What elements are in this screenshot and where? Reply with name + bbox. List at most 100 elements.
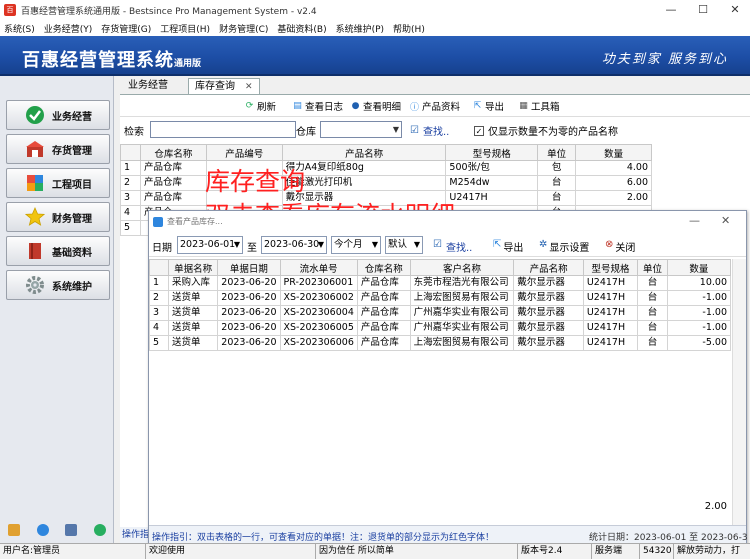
menu-maintenance[interactable]: 系统维护(P)	[336, 22, 384, 35]
column-header[interactable]: 单据日期	[217, 259, 281, 276]
chevron-down-icon: ▼	[317, 240, 324, 249]
view-detail-button[interactable]: ● 查看明细	[350, 99, 401, 113]
table-cell: U2417H	[445, 190, 539, 206]
search-input[interactable]	[150, 121, 296, 138]
app-logo-icon: 百	[4, 4, 16, 16]
table-cell: M254dw	[445, 175, 539, 191]
menu-inventory[interactable]: 存货管理(G)	[101, 22, 151, 35]
default-select[interactable]: 默认 ▼	[385, 236, 423, 254]
title-bar: 百 百惠经营管理系统通用版 - Bestsince Pro Management…	[0, 0, 750, 20]
table-cell: 3	[149, 305, 169, 321]
maximize-button[interactable]: ☐	[688, 0, 718, 20]
menu-project[interactable]: 工程项目(H)	[160, 22, 210, 35]
column-header[interactable]: 仓库名称	[356, 259, 411, 276]
toolbox-button[interactable]: ▦ 工具箱	[518, 99, 559, 113]
view-log-button[interactable]: ▤ 查看日志	[292, 99, 343, 113]
date-from-picker[interactable]: 2023-06-01 ▼	[177, 236, 243, 254]
sidebar-item-maintenance[interactable]: 系统维护	[6, 270, 110, 300]
warehouse-select[interactable]: ▼	[320, 121, 402, 138]
dialog-find-button[interactable]: ☑ 查找..	[433, 239, 472, 254]
nonzero-checkbox[interactable]: ✓ 仅显示数量不为零的产品名称	[474, 123, 618, 138]
refresh-icon[interactable]	[93, 524, 106, 536]
sidebar-item-project[interactable]: 工程项目	[6, 168, 110, 198]
table-cell: 广州嘉华实业有限公司	[409, 305, 515, 321]
dialog-scrollbar[interactable]	[732, 259, 746, 525]
table-row[interactable]: 3 送货单 2023-06-20 XS-202306004 产品仓库 广州嘉华实业有限公司…	[149, 305, 732, 321]
sidebar-item-finance[interactable]: 财务管理	[6, 202, 110, 232]
table-row[interactable]: 1 产品仓库 得力A4复印纸80g 500张/包包 4.00	[120, 160, 652, 176]
dialog-close-text-button[interactable]: ⊗ 关闭	[605, 239, 635, 254]
table-cell: 戴尔显示器	[513, 305, 584, 321]
column-header[interactable]: 产品名称	[513, 259, 584, 276]
column-header[interactable]: 仓库名称	[139, 144, 207, 161]
table-row[interactable]: 1 采购入库 2023-06-20 PR-202306001 产品仓库 东莞市程浩光有限公…	[149, 275, 732, 291]
table-cell: 5	[120, 220, 141, 236]
table-cell: 500张/包	[445, 160, 539, 176]
date-to-picker[interactable]: 2023-06-30 ▼	[261, 236, 327, 254]
column-header[interactable]: 数量	[575, 144, 652, 161]
menu-finance[interactable]: 财务管理(C)	[219, 22, 268, 35]
menu-business[interactable]: 业务经营(Y)	[44, 22, 93, 35]
table-row[interactable]: 2 送货单 2023-06-20 XS-202306002 产品仓库 上海宏图贸易有限公司…	[149, 290, 732, 306]
table-row[interactable]: 5 送货单 2023-06-20 XS-202306006 产品仓库 上海宏图贸易有限公司…	[149, 335, 732, 351]
export-button[interactable]: ⇱ 导出	[472, 99, 504, 113]
table-cell: 戴尔显示器	[513, 290, 584, 306]
close-icon: ⊗	[605, 239, 614, 250]
table-cell: 戴尔显示器	[513, 320, 584, 336]
table-cell: 上海宏图贸易有限公司	[409, 290, 515, 306]
table-header-row: 单据名称 单据日期 流水单号 仓库名称 客户名称 产品名称 型号规格 单位 数量	[149, 259, 732, 276]
menu-system[interactable]: 系统(S)	[4, 22, 35, 35]
product-info-button[interactable]: ⓘ 产品资料	[409, 99, 460, 113]
table-cell: XS-202306004	[279, 305, 358, 321]
tab-inventory-query[interactable]: 库存查询 ✕	[188, 78, 260, 94]
tab-business[interactable]: 业务经营	[122, 78, 174, 94]
find-button[interactable]: ☑ 查找..	[410, 123, 449, 138]
info-icon[interactable]	[36, 524, 49, 536]
column-header[interactable]: 产品名称	[281, 144, 447, 161]
table-cell: 台	[637, 305, 668, 321]
main-hint: 操作指	[120, 527, 150, 543]
minimize-button[interactable]: —	[656, 0, 686, 20]
column-header[interactable]: 数量	[666, 259, 732, 276]
column-header[interactable]: 流水单号	[279, 259, 358, 276]
period-select[interactable]: 今个月 ▼	[331, 236, 381, 254]
table-cell: 送货单	[167, 305, 219, 321]
menu-basic-data[interactable]: 基础资料(B)	[277, 22, 326, 35]
table-cell: U2417H	[582, 305, 639, 321]
sidebar-item-inventory[interactable]: 存货管理	[6, 134, 110, 164]
table-cell: 上海宏图贸易有限公司	[409, 335, 515, 351]
sidebar-item-basic-data[interactable]: 基础资料	[6, 236, 110, 266]
column-header[interactable]: 型号规格	[445, 144, 539, 161]
tab-close-icon[interactable]: ✕	[245, 82, 253, 92]
column-header[interactable]: 型号规格	[582, 259, 639, 276]
table-cell: -1.00	[666, 305, 732, 321]
dialog-close-button[interactable]: ✕	[721, 214, 730, 227]
folder-icon[interactable]	[8, 524, 21, 536]
menu-help[interactable]: 帮助(H)	[393, 22, 425, 35]
column-header[interactable]: 单位	[637, 259, 668, 276]
column-header[interactable]: 单据名称	[167, 259, 219, 276]
dialog-export-button[interactable]: ⇱ 导出	[493, 239, 523, 254]
table-cell: U2417H	[582, 335, 639, 351]
sidebar-item-label: 业务经营	[52, 111, 92, 123]
table-cell: 3	[120, 190, 141, 206]
table-cell: -1.00	[666, 320, 732, 336]
table-row[interactable]: 4 送货单 2023-06-20 XS-202306005 产品仓库 广州嘉华实业有限公司…	[149, 320, 732, 336]
column-header[interactable]: 客户名称	[409, 259, 515, 276]
table-cell: U2417H	[582, 290, 639, 306]
table-cell: 台	[637, 275, 668, 291]
sidebar-item-label: 存货管理	[52, 145, 92, 157]
column-header[interactable]: 单位	[537, 144, 577, 161]
refresh-button[interactable]: ⟳ 刷新	[244, 99, 276, 113]
column-header[interactable]: 产品编号	[205, 144, 283, 161]
brand-name: 百惠经营管理系统	[22, 50, 174, 71]
table-cell: 产品仓库	[356, 320, 411, 336]
display-settings-button[interactable]: ✲ 显示设置	[539, 239, 589, 254]
table-row[interactable]: 2 产品仓库 佳能激光打印机 M254dw 台 6.00	[120, 175, 652, 191]
sidebar-item-business[interactable]: 业务经营	[6, 100, 110, 130]
window-icon[interactable]	[65, 524, 78, 536]
table-cell: 送货单	[167, 335, 219, 351]
dialog-minimize-button[interactable]: —	[689, 214, 700, 227]
close-window-button[interactable]: ✕	[720, 0, 750, 20]
dialog-total: 2.00	[704, 501, 727, 512]
